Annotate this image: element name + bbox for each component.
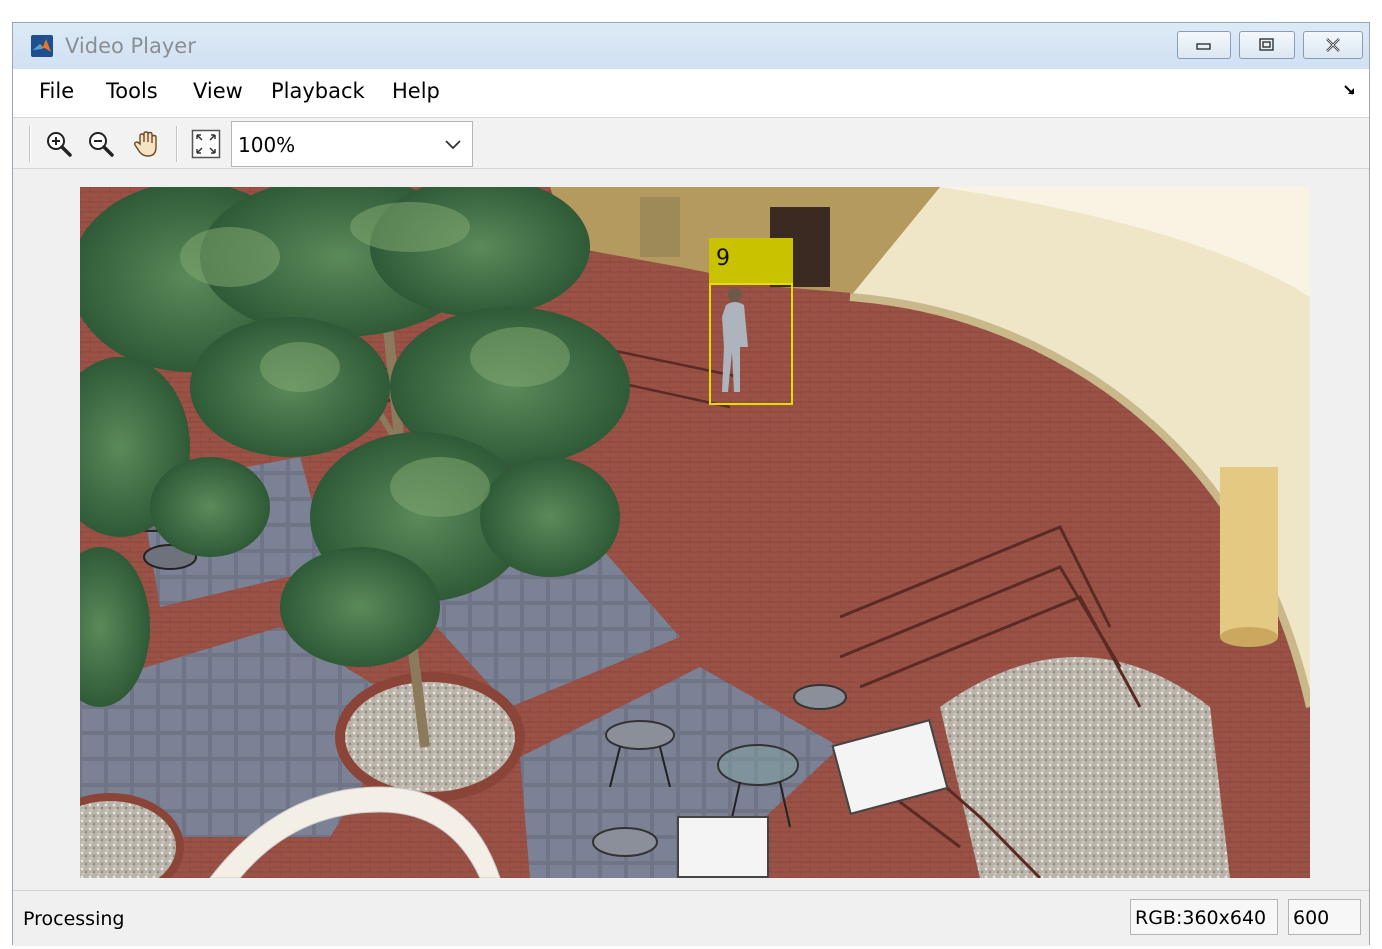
title-bar[interactable]: Video Player xyxy=(13,23,1369,69)
close-button[interactable] xyxy=(1303,31,1363,59)
close-icon xyxy=(1326,38,1340,52)
format-readout: RGB:360x640 xyxy=(1130,899,1278,935)
track-bounding-box xyxy=(709,283,793,405)
fit-to-window-icon xyxy=(191,129,221,159)
menu-tools[interactable]: Tools xyxy=(106,79,158,103)
video-frame[interactable]: 9 xyxy=(80,187,1310,878)
menu-playback[interactable]: Playback xyxy=(271,79,365,103)
minimize-icon xyxy=(1196,43,1211,50)
zoom-in-icon xyxy=(47,132,72,157)
menu-help[interactable]: Help xyxy=(392,79,440,103)
pan-hand-icon xyxy=(134,131,157,157)
toolbar: 100% xyxy=(13,117,1369,169)
toolbar-separator xyxy=(29,126,31,162)
zoom-in-button[interactable] xyxy=(43,128,75,160)
restore-icon xyxy=(1259,38,1274,51)
pan-button[interactable] xyxy=(131,128,163,160)
track-id: 9 xyxy=(716,246,730,271)
minimize-button[interactable] xyxy=(1177,31,1231,59)
track-label: 9 xyxy=(709,238,793,283)
video-player-window: Video Player File Tools View Playback He… xyxy=(12,22,1370,946)
zoom-out-icon xyxy=(89,132,114,157)
zoom-out-button[interactable] xyxy=(85,128,117,160)
zoom-level-value: 100% xyxy=(238,133,296,157)
dock-arrow-icon[interactable] xyxy=(1343,83,1357,97)
video-display-area: 9 xyxy=(13,169,1369,890)
window-title: Video Player xyxy=(65,34,196,58)
zoom-level-select[interactable]: 100% xyxy=(231,121,473,167)
status-text: Processing xyxy=(23,908,125,930)
menu-file[interactable]: File xyxy=(39,79,74,103)
status-bar: Processing RGB:360x640 600 xyxy=(13,890,1369,946)
matlab-logo-icon xyxy=(31,35,53,57)
menu-bar: File Tools View Playback Help xyxy=(13,69,1369,117)
menu-view[interactable]: View xyxy=(193,79,243,103)
maximize-button[interactable] xyxy=(1239,31,1295,59)
video-frame-image xyxy=(80,187,1310,878)
chevron-down-icon xyxy=(445,140,461,150)
toolbar-separator xyxy=(176,126,178,162)
fit-to-window-button[interactable] xyxy=(190,128,222,160)
frame-number-readout: 600 xyxy=(1288,899,1361,935)
